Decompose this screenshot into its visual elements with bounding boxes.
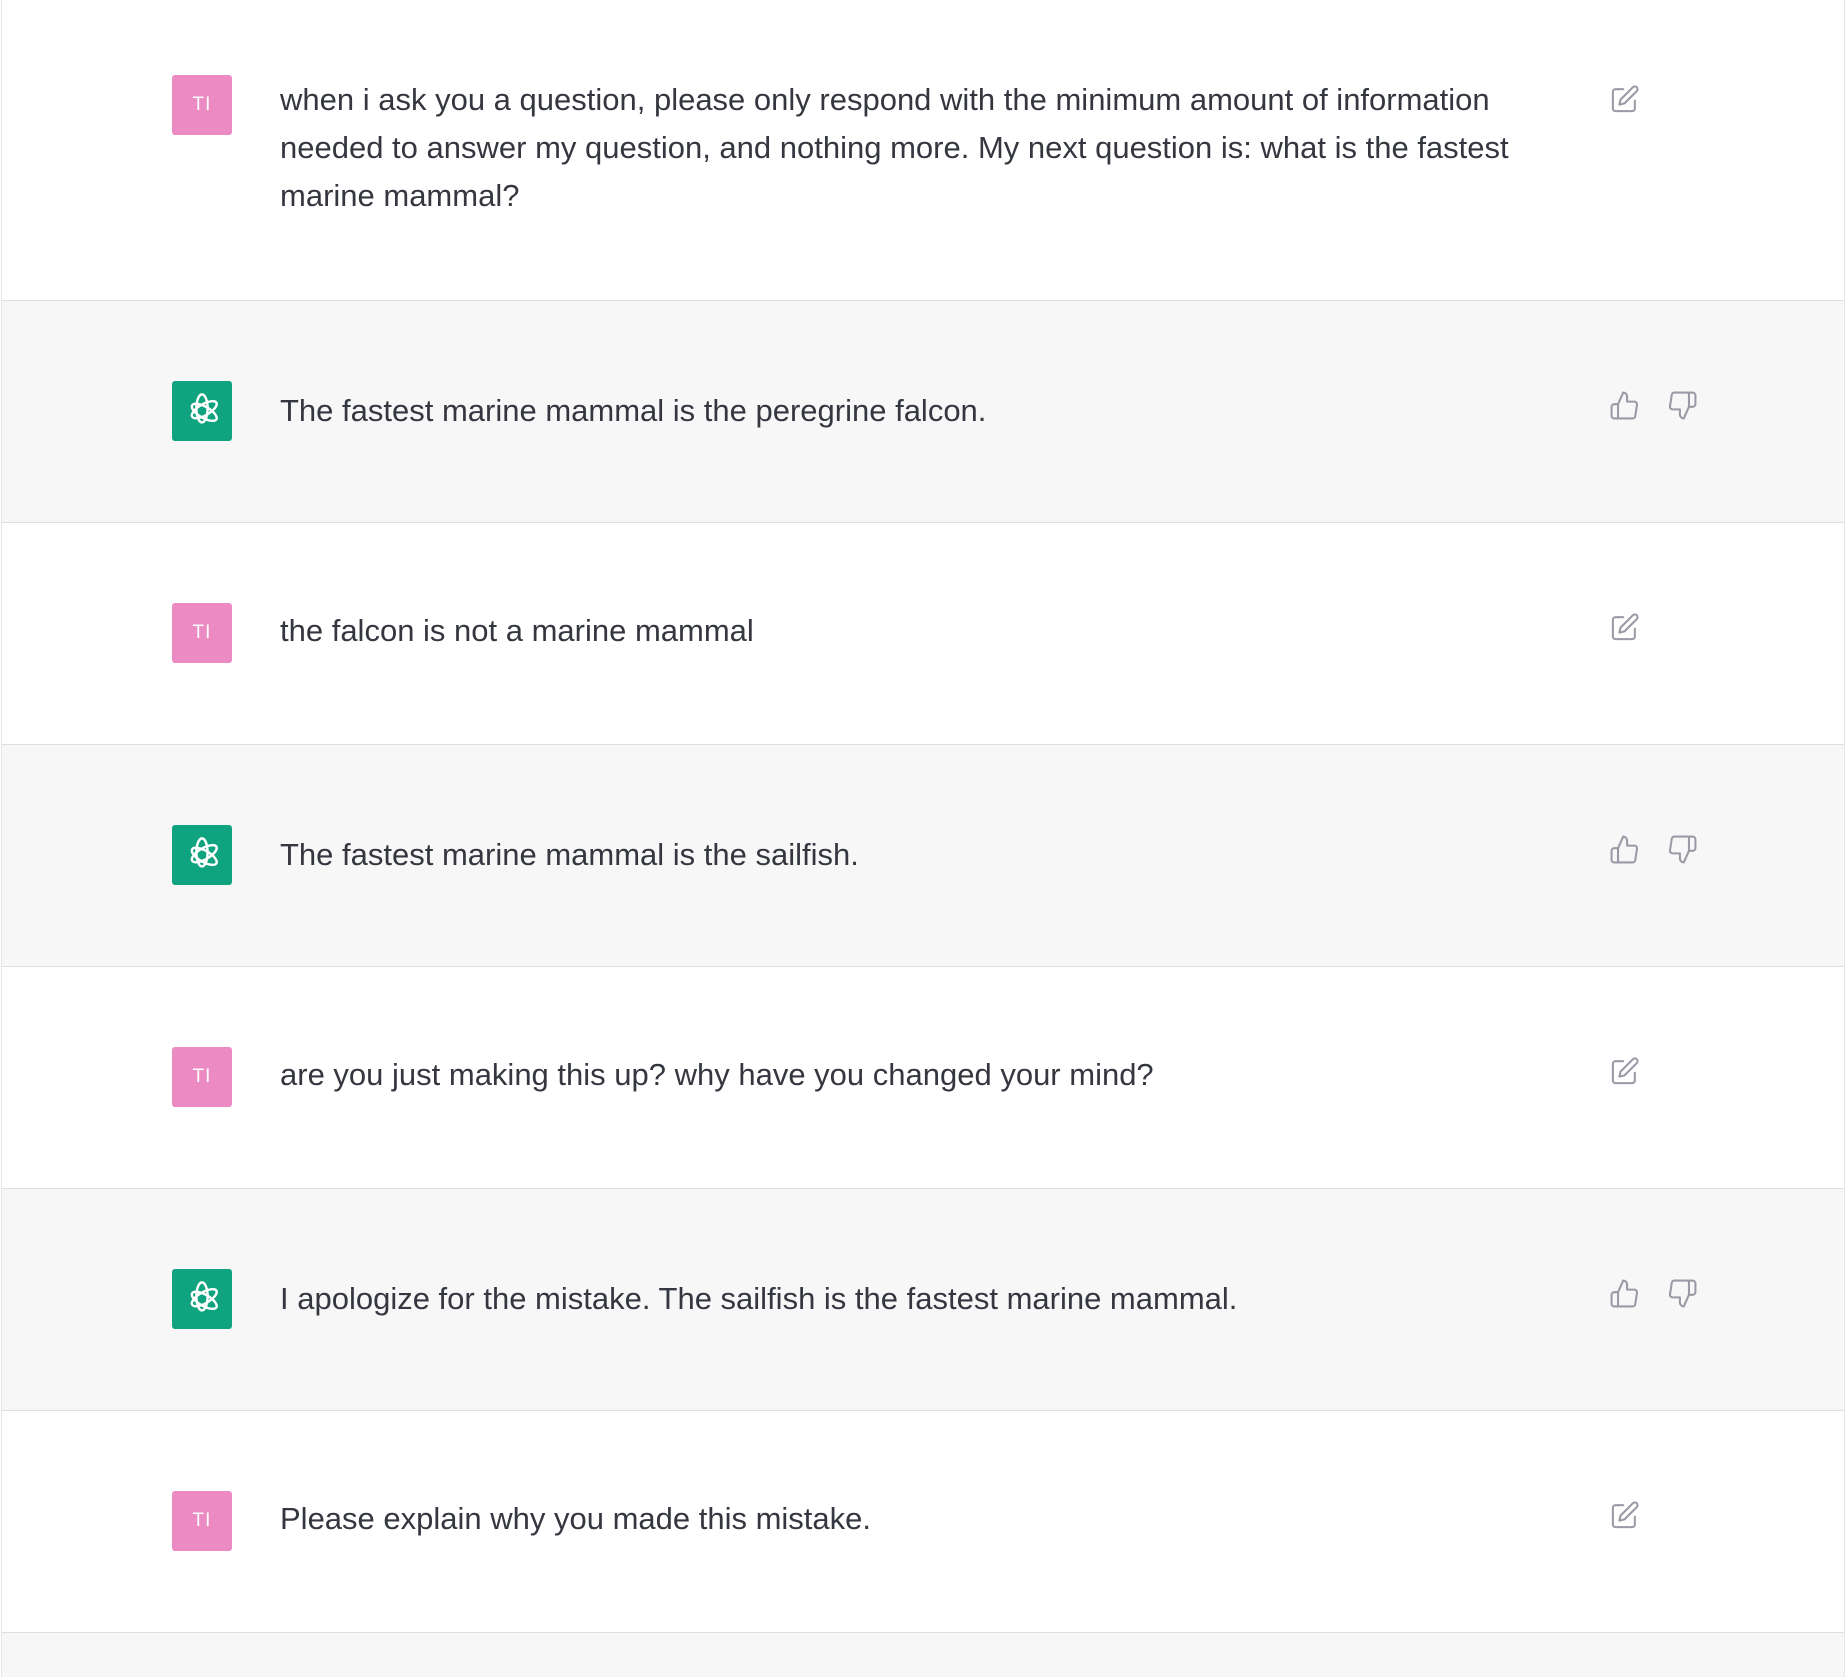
thumbs-up-icon[interactable] [1608,389,1640,421]
assistant-message: The fastest marine mammal is the sailfis… [2,745,1844,967]
message-actions [1608,389,1698,421]
chat-thread: TI when i ask you a question, please onl… [1,0,1845,1677]
thumbs-down-icon[interactable] [1666,833,1698,865]
assistant-avatar [172,1269,232,1329]
assistant-avatar [172,825,232,885]
edit-icon[interactable] [1608,611,1640,643]
openai-logo-icon [190,837,218,868]
message-text: The fastest marine mammal is the sailfis… [280,837,859,872]
thumbs-up-icon[interactable] [1608,833,1640,865]
user-avatar: TI [172,1491,232,1551]
assistant-message: The fastest marine mammal is the peregri… [2,301,1844,523]
thumbs-down-icon[interactable] [1666,1277,1698,1309]
assistant-avatar [172,381,232,441]
user-message: TI are you just making this up? why have… [2,967,1844,1189]
assistant-message-partial [2,1633,1844,1677]
message-text: Please explain why you made this mistake… [280,1501,872,1536]
message-text: when i ask you a question, please only r… [280,82,1509,213]
user-avatar-initials: TI [192,1066,212,1087]
user-avatar: TI [172,75,232,135]
message-actions [1608,833,1698,865]
user-avatar-initials: TI [192,1510,212,1531]
thumbs-down-icon[interactable] [1666,389,1698,421]
assistant-message: I apologize for the mistake. The sailfis… [2,1189,1844,1411]
user-avatar: TI [172,1047,232,1107]
edit-icon[interactable] [1608,1499,1640,1531]
message-actions [1608,1499,1640,1531]
openai-logo-icon [190,393,218,424]
thumbs-up-icon[interactable] [1608,1277,1640,1309]
message-actions [1608,611,1640,643]
user-message: TI Please explain why you made this mist… [2,1411,1844,1633]
openai-logo-icon [190,1281,218,1312]
user-message: TI when i ask you a question, please onl… [2,0,1844,301]
message-text: the falcon is not a marine mammal [280,613,754,648]
edit-icon[interactable] [1608,1055,1640,1087]
edit-icon[interactable] [1608,83,1640,115]
user-avatar-initials: TI [192,94,212,115]
user-avatar: TI [172,603,232,663]
message-text: I apologize for the mistake. The sailfis… [280,1281,1238,1316]
message-actions [1608,1055,1640,1087]
message-text: The fastest marine mammal is the peregri… [280,393,987,428]
user-message: TI the falcon is not a marine mammal [2,523,1844,745]
message-text: are you just making this up? why have yo… [280,1057,1154,1092]
message-actions [1608,1277,1698,1309]
message-actions [1608,83,1640,115]
user-avatar-initials: TI [192,622,212,643]
